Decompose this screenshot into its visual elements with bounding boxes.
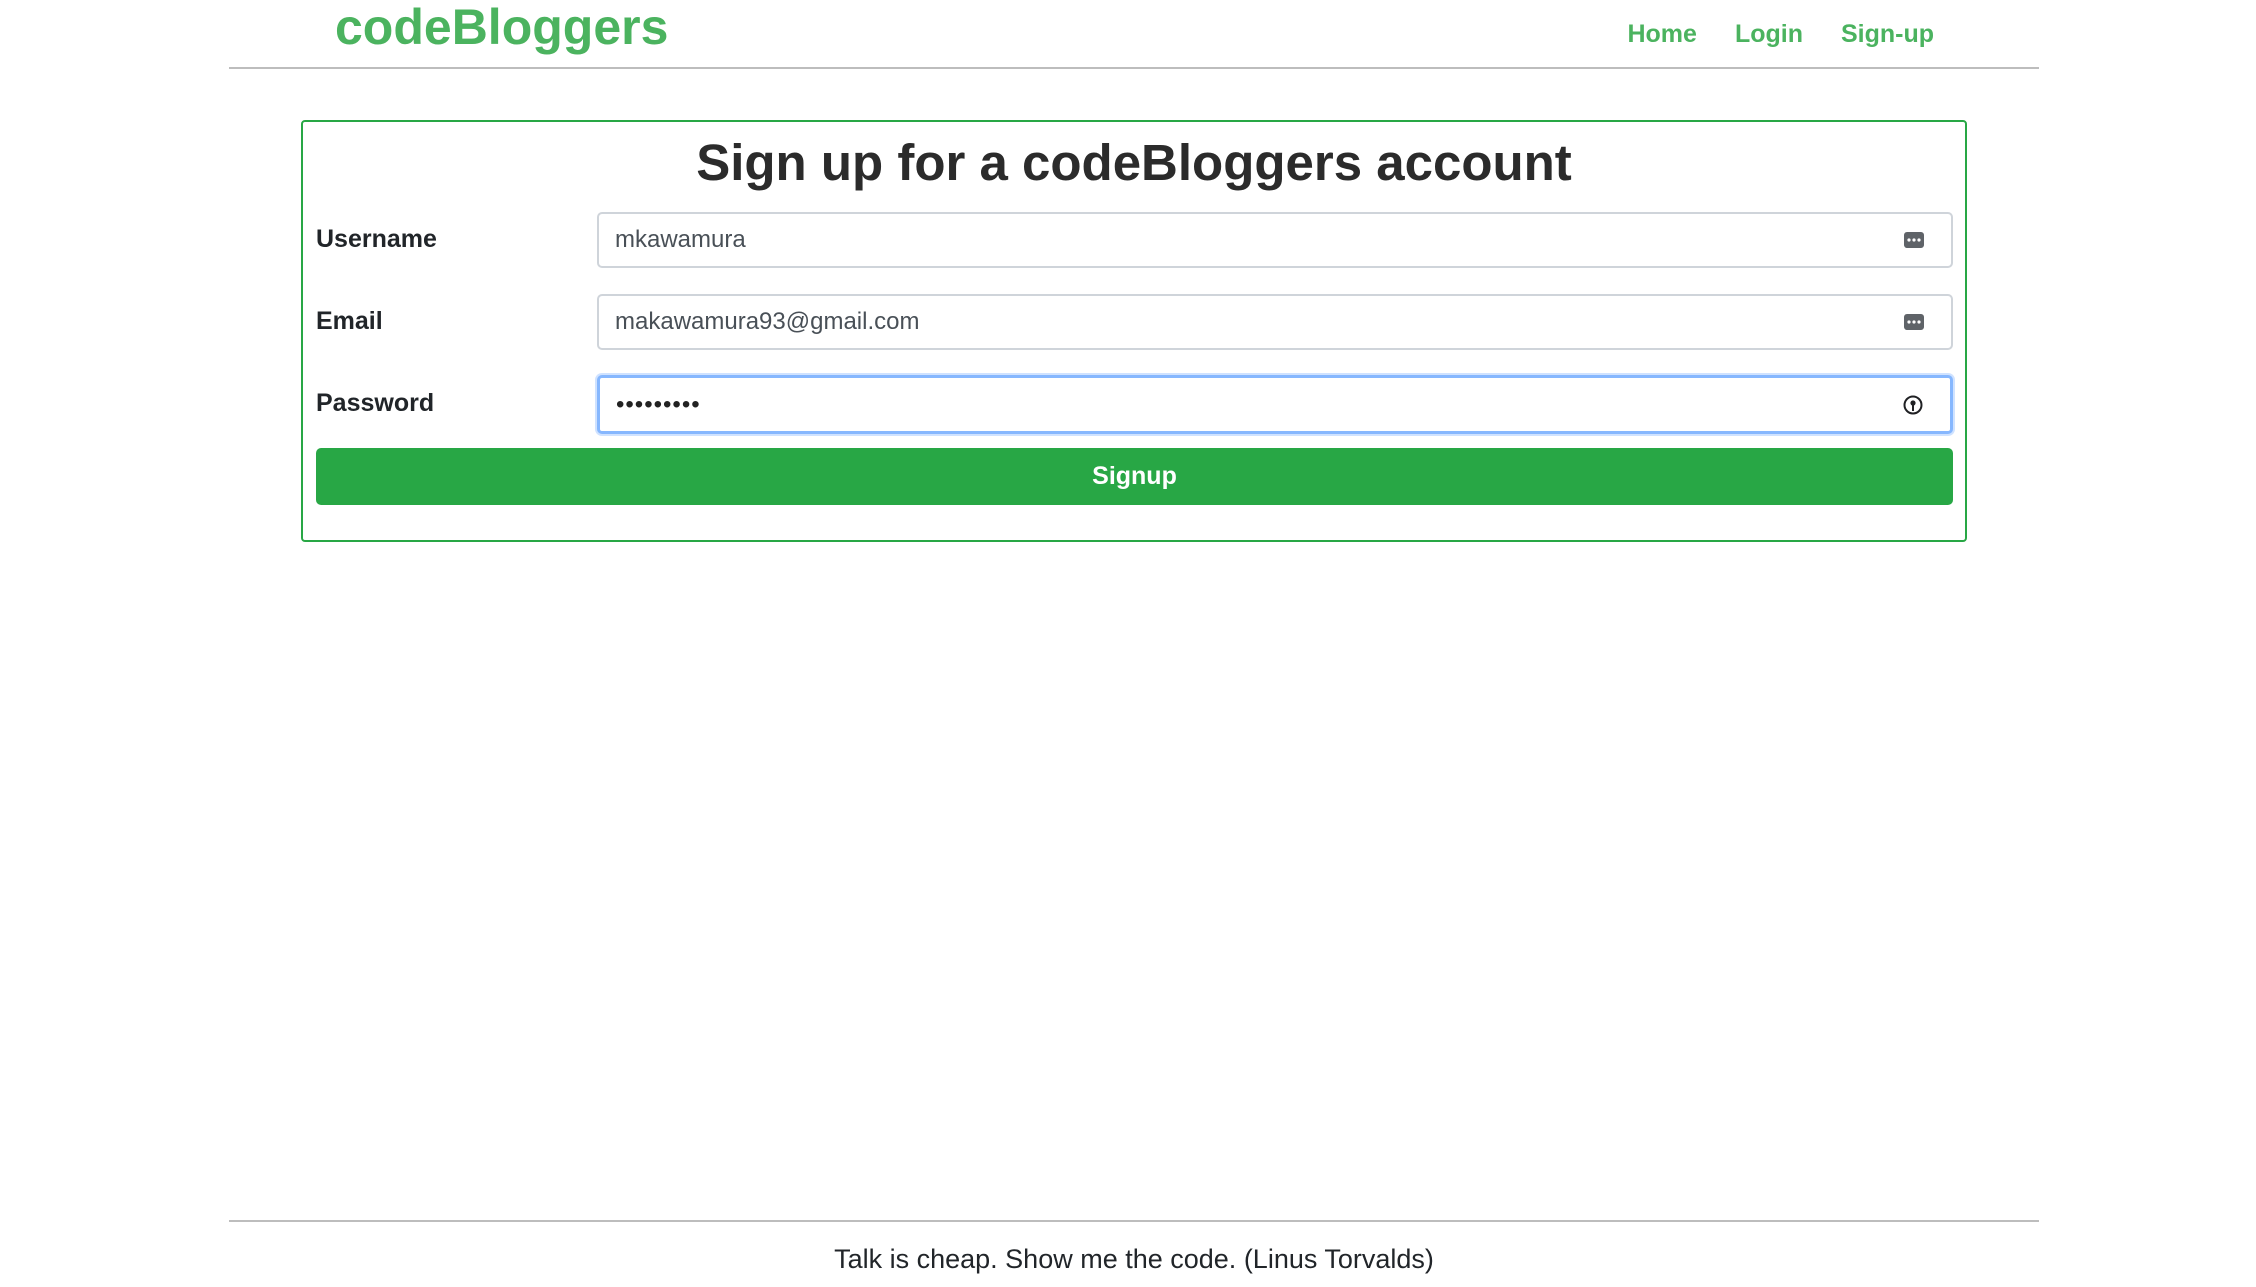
username-field[interactable] xyxy=(597,212,1953,268)
form-title: Sign up for a codeBloggers account xyxy=(696,134,1572,191)
username-label: Username xyxy=(316,225,437,253)
password-field[interactable] xyxy=(597,375,1953,434)
brand-logo[interactable]: codeBloggers xyxy=(335,0,668,58)
signup-form-card: Sign up for a codeBloggers account Usern… xyxy=(301,120,1967,542)
nav-home-link[interactable]: Home xyxy=(1627,16,1696,52)
footer-divider xyxy=(229,1220,2039,1222)
password-key-icon[interactable] xyxy=(1902,394,1924,416)
autofill-dots-icon[interactable] xyxy=(1903,229,1925,251)
main-nav: Home Login Sign-up xyxy=(1589,16,1934,52)
site-header: codeBloggers Home Login Sign-up xyxy=(229,0,2039,69)
email-input[interactable] xyxy=(615,296,1885,348)
nav-login-link[interactable]: Login xyxy=(1735,16,1803,52)
signup-button[interactable]: Signup xyxy=(316,448,1953,505)
page: codeBloggers Home Login Sign-up Sign up … xyxy=(0,0,2256,1287)
autofill-dots-icon[interactable] xyxy=(1903,311,1925,333)
username-input[interactable] xyxy=(615,214,1885,266)
email-field[interactable] xyxy=(597,294,1953,350)
password-input[interactable] xyxy=(616,378,1886,431)
footer-quote: Talk is cheap. Show me the code. (Linus … xyxy=(834,1244,1434,1274)
nav-signup-link[interactable]: Sign-up xyxy=(1841,16,1934,52)
email-label: Email xyxy=(316,307,383,335)
password-label: Password xyxy=(316,389,435,417)
